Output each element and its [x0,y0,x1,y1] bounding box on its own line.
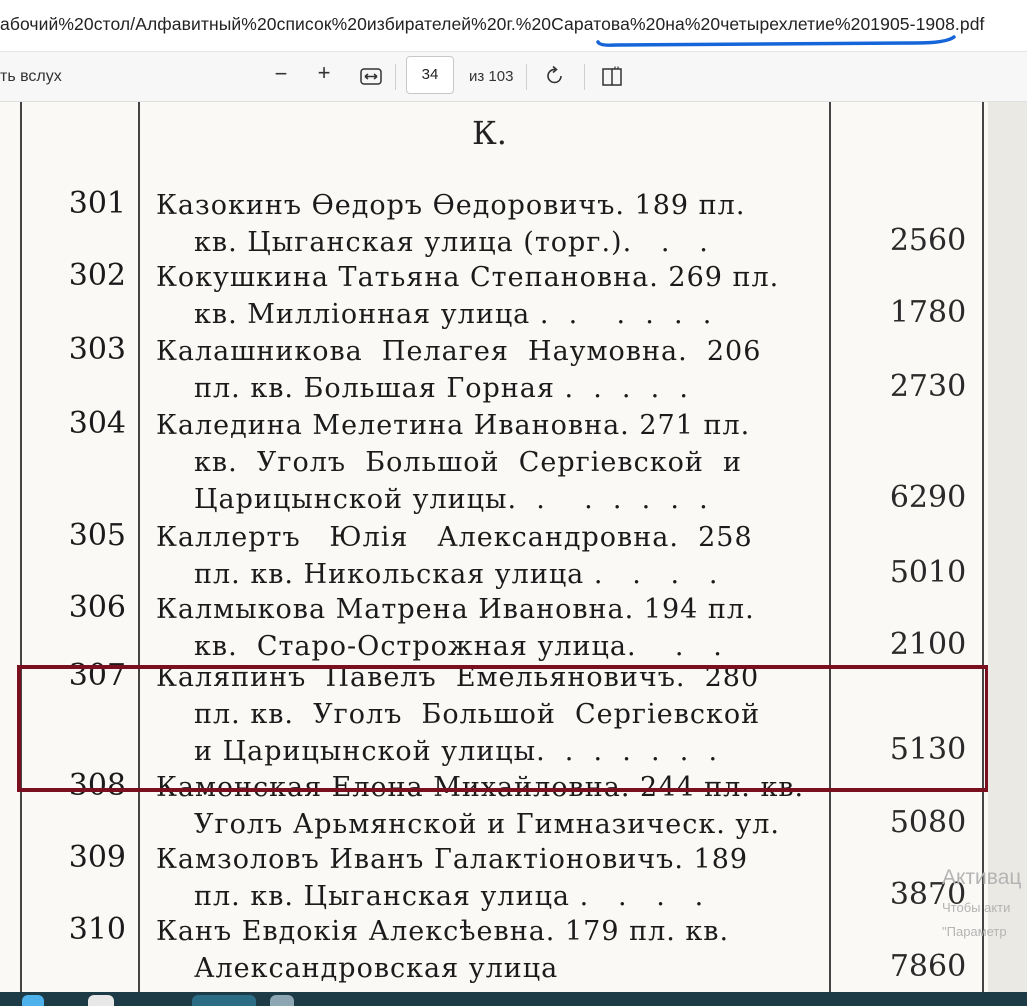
entry-text-line: кв. Старо-Острожная улица. . . [194,631,723,662]
entry-text-line: кв. Цыганская улица (торг.). . . [194,227,709,258]
address-bar[interactable]: абочий%20стол/Алфавитный%20список%20изби… [0,0,1027,52]
entry-amount: 5080 [889,805,967,840]
entry-number: 303 [68,332,126,367]
entry-text-line: Каменская Елена Михайловна. 244 пл. кв. [156,772,805,803]
entry-text-line: Кокушкина Татьяна Степановна. 269 пл. [156,262,780,293]
fit-to-width-icon[interactable] [360,68,382,85]
entry-amount: 2560 [889,223,967,258]
zoom-out-button[interactable]: − [270,61,292,87]
entry-amount: 7860 [889,949,967,984]
entry-text-line: Царицынской улицы. . . . . . . [194,484,709,515]
page-total-label: из 103 [469,68,514,85]
entry-text-line: Каллертъ Юлія Александровна. 258 [156,522,753,553]
activation-watermark-line: "Параметр [942,924,1007,939]
entry-text-line: пл. кв. Большая Горная . . . . . [194,373,690,404]
toolbar-divider [584,64,585,90]
entry-number: 301 [68,186,126,221]
entry-text-line: пл. кв. Уголъ Большой Сергіевской [194,699,761,730]
zoom-in-button[interactable]: + [313,60,335,86]
entry-amount: 2100 [889,627,967,662]
entry-text-line: Казокинъ Өедоръ Өедоровичъ. 189 пл. [156,190,746,221]
entry-number: 310 [68,912,126,947]
activation-watermark-line: Чтобы акти [942,900,1011,915]
entry-amount: 5010 [889,555,967,590]
taskbar-app-icon[interactable] [270,995,294,1006]
entry-text-line: Каледина Мелетина Ивановна. 271 пл. [156,410,751,441]
entry-text-line: Уголъ Арьмянской и Гимназическ. ул. [194,809,780,840]
entry-number: 309 [68,840,126,875]
entry-text-line: Камзоловъ Иванъ Галактіоновичъ. 189 [156,844,749,875]
rotate-icon[interactable] [544,65,566,87]
entry-amount: 2730 [889,369,967,404]
column-rule [138,102,140,992]
column-rule [829,102,831,992]
entry-text-line: Александровская улица [194,953,559,984]
entry-number: 305 [68,518,126,553]
entry-text-line: кв. Уголъ Большой Сергіевской и [194,447,742,478]
taskbar-app-icon[interactable] [192,995,256,1006]
entry-text-line: Калашникова Пелагея Наумовна. 206 [156,336,762,367]
section-letter: К. [472,114,507,152]
url-highlight-underline [596,35,956,47]
taskbar [0,992,1027,1006]
entry-text-line: Каляпинъ Павелъ Емельяновичъ. 280 [156,662,760,693]
pdf-toolbar: ть вслух − + 34 из 103 [0,52,1027,102]
search-icon[interactable] [88,995,114,1006]
page-view-icon[interactable] [601,66,625,88]
activation-watermark-title: Активац [942,866,1022,889]
entry-number: 307 [68,658,126,693]
entry-text-line: Калмыкова Матрена Ивановна. 194 пл. [156,594,755,625]
start-icon[interactable] [22,995,44,1006]
entry-text-line: и Царицынской улицы. . . . . . . [194,736,719,767]
entry-amount: 6290 [889,480,967,515]
entry-text-line: пл. кв. Никольская улица . . . . [194,559,719,590]
page-number-input[interactable]: 34 [406,56,454,94]
read-aloud-button[interactable]: ть вслух [0,68,62,86]
pdf-page: К. 301 Казокинъ Өедоръ Өедоровичъ. 189 пл… [0,102,988,992]
entry-text-line: пл. кв. Цыганская улица . . . . [194,881,705,912]
entry-number: 304 [68,406,126,441]
entry-number: 308 [68,768,126,803]
entry-text-line: кв. Милліонная улица . . . . . . [194,299,713,330]
column-rule [982,102,984,992]
entry-amount: 5130 [889,732,967,767]
toolbar-divider [526,64,527,90]
pdf-viewport[interactable]: К. 301 Казокинъ Өедоръ Өедоровичъ. 189 пл… [0,102,1027,992]
entry-number: 302 [68,258,126,293]
column-rule [20,102,22,992]
toolbar-divider [395,64,396,90]
entry-number: 306 [68,590,126,625]
entry-amount: 1780 [889,295,967,330]
entry-text-line: Канъ Евдокія Алексѣевна. 179 пл. кв. [156,916,730,947]
